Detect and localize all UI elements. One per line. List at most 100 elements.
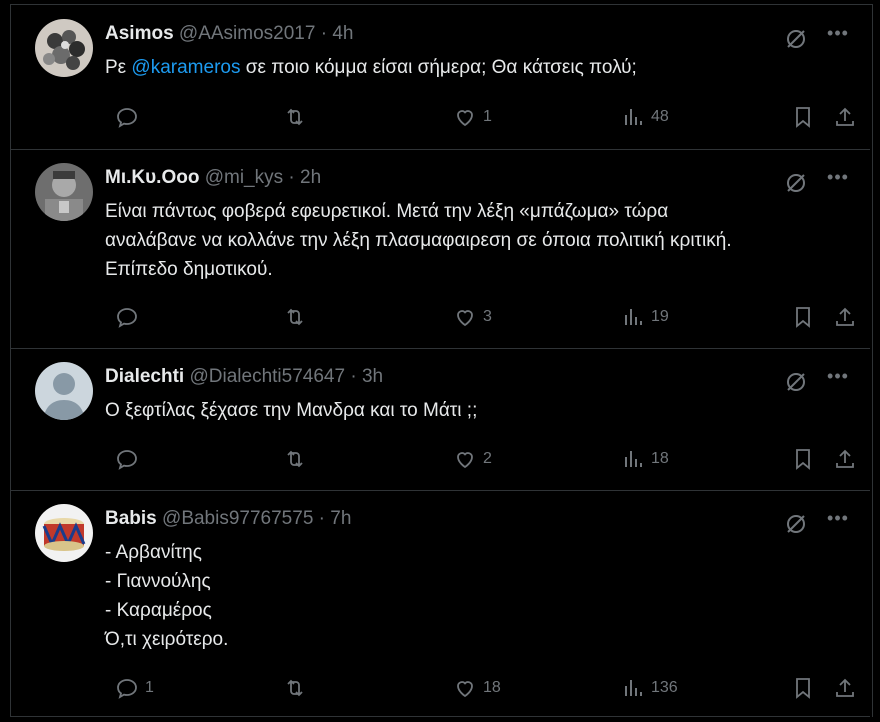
views-button[interactable]: 48 <box>621 103 669 131</box>
tweet-header: Babis @Babis97767575 · 7h <box>105 508 351 530</box>
tweet-text-part: σε ποιο κόμμα είσαι σήμερα; Θα κάτσεις π… <box>240 57 637 78</box>
reply-count: 1 <box>145 679 154 696</box>
tweet[interactable]: Μι.Κυ.Οοο @mi_kys · 2h ••• Είναι πάντως … <box>11 149 870 349</box>
views-icon <box>625 309 642 325</box>
reply-icon <box>117 450 137 470</box>
like-button[interactable]: 2 <box>453 445 492 473</box>
bookmark-button[interactable] <box>791 445 815 473</box>
heart-icon <box>457 110 473 127</box>
views-count: 136 <box>651 679 678 696</box>
like-button[interactable]: 18 <box>453 674 501 702</box>
timestamp[interactable]: 3h <box>362 366 383 387</box>
display-name[interactable]: Babis <box>105 508 157 529</box>
more-icon[interactable]: ••• <box>826 167 850 191</box>
bookmark-button[interactable] <box>791 303 815 331</box>
grok-icon[interactable] <box>784 171 808 195</box>
action-bar: 1 18 136 <box>105 674 870 702</box>
reply-icon <box>117 308 137 328</box>
timestamp[interactable]: 4h <box>332 23 353 44</box>
reply-button[interactable] <box>115 445 145 473</box>
separator: · <box>320 23 328 44</box>
bookmark-button[interactable] <box>791 674 815 702</box>
repost-button[interactable] <box>283 103 313 131</box>
avatar[interactable] <box>35 504 93 562</box>
reply-icon <box>117 679 137 699</box>
separator: · <box>318 508 325 529</box>
repost-icon <box>287 108 303 126</box>
reply-button[interactable] <box>115 103 145 131</box>
bookmark-button[interactable] <box>791 103 815 131</box>
more-icon[interactable]: ••• <box>826 366 850 390</box>
avatar[interactable] <box>35 163 93 221</box>
heart-icon <box>457 310 473 327</box>
reply-icon <box>117 108 137 128</box>
timestamp[interactable]: 2h <box>300 167 321 188</box>
user-handle[interactable]: @Babis97767575 <box>162 508 313 529</box>
more-icon[interactable]: ••• <box>826 508 850 532</box>
repost-button[interactable] <box>283 445 313 473</box>
tweet[interactable]: Asimos @AAsimos2017 · 4h ••• Ρε @karamer… <box>11 5 870 150</box>
views-count: 18 <box>651 450 669 467</box>
share-icon <box>836 678 854 697</box>
repost-icon <box>287 450 303 468</box>
tweet-text-line: - Αρβανίτης <box>105 542 202 563</box>
share-button[interactable] <box>833 445 857 473</box>
repost-icon <box>287 679 303 697</box>
reply-button[interactable]: 1 <box>115 674 154 702</box>
like-button[interactable]: 3 <box>453 303 492 331</box>
share-icon <box>836 449 854 468</box>
display-name[interactable]: Μι.Κυ.Οοο <box>105 167 199 188</box>
tweet-text-line: Είναι πάντως φοβερά εφευρετικοί. Μετά τη… <box>105 201 669 222</box>
views-button[interactable]: 136 <box>621 674 678 702</box>
avatar[interactable] <box>35 362 93 420</box>
display-name[interactable]: Dialechti <box>105 366 184 387</box>
display-name[interactable]: Asimos <box>105 23 174 44</box>
views-button[interactable]: 19 <box>621 303 669 331</box>
more-icon[interactable]: ••• <box>826 23 850 47</box>
timestamp[interactable]: 7h <box>330 508 351 529</box>
views-icon <box>625 109 642 125</box>
share-icon <box>836 107 854 126</box>
share-button[interactable] <box>833 674 857 702</box>
grok-icon[interactable] <box>784 512 808 536</box>
reply-button[interactable] <box>115 303 145 331</box>
heart-icon <box>457 452 473 469</box>
tweet-text-line: Ο ξεφτίλας ξέχασε την Μανδρα και το Μάτι… <box>105 400 478 421</box>
tweet-text-line: Ό,τι χειρότερο. <box>105 629 229 650</box>
grok-icon[interactable] <box>784 370 808 394</box>
tweet-text: - Αρβανίτης - Γιαννούλης - Καραμέρος Ό,τ… <box>105 538 855 654</box>
tweet-header: Asimos @AAsimos2017 · 4h <box>105 23 353 45</box>
views-button[interactable]: 18 <box>621 445 669 473</box>
tweet-text: Ο ξεφτίλας ξέχασε την Μανδρα και το Μάτι… <box>105 396 855 425</box>
bookmark-icon <box>796 678 810 699</box>
action-bar: 1 48 <box>105 103 870 131</box>
like-count: 2 <box>483 450 492 467</box>
tweet-text-part: Ρε <box>105 57 132 78</box>
views-icon <box>625 451 642 467</box>
user-handle[interactable]: @mi_kys <box>205 167 283 188</box>
tweet-header: Μι.Κυ.Οοο @mi_kys · 2h <box>105 167 321 189</box>
user-handle[interactable]: @AAsimos2017 <box>179 23 316 44</box>
share-button[interactable] <box>833 103 857 131</box>
avatar[interactable] <box>35 19 93 77</box>
share-button[interactable] <box>833 303 857 331</box>
user-handle[interactable]: @Dialechti574647 <box>189 366 345 387</box>
tweet-text: Ρε @karameros σε ποιο κόμμα είσαι σήμερα… <box>105 53 855 82</box>
repost-button[interactable] <box>283 303 313 331</box>
grok-icon[interactable] <box>784 27 808 51</box>
action-bar: 3 19 <box>105 303 870 331</box>
action-bar: 2 18 <box>105 445 870 473</box>
bookmark-icon <box>796 307 810 328</box>
like-count: 1 <box>483 108 492 125</box>
like-button[interactable]: 1 <box>453 103 492 131</box>
bookmark-icon <box>796 449 810 470</box>
views-count: 48 <box>651 108 669 125</box>
tweet[interactable]: Babis @Babis97767575 · 7h ••• - Αρβανίτη… <box>11 490 870 717</box>
bookmark-icon <box>796 107 810 128</box>
tweet-text-line: αναλάβανε να κολλάνε την λέξη πλασμαφαιρ… <box>105 230 732 251</box>
tweet[interactable]: Dialechti @Dialechti574647 · 3h ••• Ο ξε… <box>11 348 870 491</box>
like-count: 3 <box>483 308 492 325</box>
mention-link[interactable]: @karameros <box>131 57 240 78</box>
repost-button[interactable] <box>283 674 313 702</box>
tweet-text: Είναι πάντως φοβερά εφευρετικοί. Μετά τη… <box>105 197 855 284</box>
